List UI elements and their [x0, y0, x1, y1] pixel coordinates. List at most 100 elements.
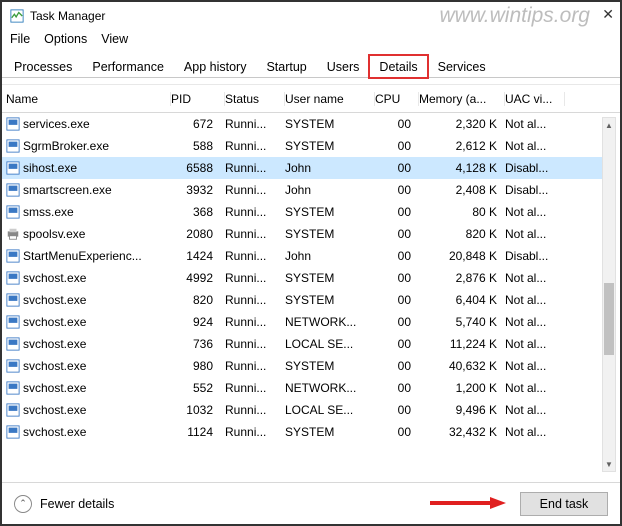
vertical-scrollbar[interactable]: ▲ ▼: [602, 117, 616, 472]
process-cpu: 00: [375, 315, 419, 329]
tab-services[interactable]: Services: [428, 55, 496, 77]
process-cpu: 00: [375, 425, 419, 439]
col-cpu[interactable]: CPU: [375, 92, 419, 106]
process-name: svchost.exe: [23, 381, 86, 395]
tab-strip: ProcessesPerformanceApp historyStartupUs…: [2, 52, 620, 78]
process-user: SYSTEM: [285, 205, 375, 219]
process-icon: [6, 403, 20, 417]
table-row[interactable]: svchost.exe736Runni...LOCAL SE...0011,22…: [2, 333, 602, 355]
process-user: SYSTEM: [285, 227, 375, 241]
table-row[interactable]: StartMenuExperienc...1424Runni...John002…: [2, 245, 602, 267]
process-pid: 736: [171, 337, 225, 351]
table-row[interactable]: SgrmBroker.exe588Runni...SYSTEM002,612 K…: [2, 135, 602, 157]
close-icon[interactable]: ✕: [602, 6, 614, 23]
process-cpu: 00: [375, 227, 419, 241]
table-row[interactable]: sihost.exe6588Runni...John004,128 KDisab…: [2, 157, 602, 179]
tab-processes[interactable]: Processes: [4, 55, 82, 77]
table-row[interactable]: services.exe672Runni...SYSTEM002,320 KNo…: [2, 113, 602, 135]
process-user: John: [285, 249, 375, 263]
app-icon: [10, 9, 24, 23]
process-memory: 820 K: [419, 227, 505, 241]
process-uac: Not al...: [505, 403, 565, 417]
process-status: Runni...: [225, 183, 285, 197]
table-row[interactable]: svchost.exe4992Runni...SYSTEM002,876 KNo…: [2, 267, 602, 289]
process-name: StartMenuExperienc...: [23, 249, 142, 263]
table-row[interactable]: svchost.exe924Runni...NETWORK...005,740 …: [2, 311, 602, 333]
process-user: SYSTEM: [285, 359, 375, 373]
tab-users[interactable]: Users: [317, 55, 370, 77]
table-row[interactable]: svchost.exe552Runni...NETWORK...001,200 …: [2, 377, 602, 399]
process-uac: Not al...: [505, 271, 565, 285]
process-grid: Name PID Status User name CPU Memory (a.…: [2, 84, 620, 443]
scroll-up-icon[interactable]: ▲: [603, 118, 615, 132]
process-pid: 3932: [171, 183, 225, 197]
col-pid[interactable]: PID: [171, 92, 225, 106]
process-icon: [6, 271, 20, 285]
scroll-thumb[interactable]: [604, 283, 614, 355]
process-memory: 11,224 K: [419, 337, 505, 351]
menu-view[interactable]: View: [101, 32, 128, 46]
table-row[interactable]: svchost.exe980Runni...SYSTEM0040,632 KNo…: [2, 355, 602, 377]
tab-performance[interactable]: Performance: [82, 55, 174, 77]
table-row[interactable]: smss.exe368Runni...SYSTEM0080 KNot al...: [2, 201, 602, 223]
process-cpu: 00: [375, 139, 419, 153]
process-status: Runni...: [225, 381, 285, 395]
menu-options[interactable]: Options: [44, 32, 87, 46]
end-task-button[interactable]: End task: [520, 492, 608, 516]
process-pid: 1032: [171, 403, 225, 417]
process-name: services.exe: [23, 117, 90, 131]
process-status: Runni...: [225, 403, 285, 417]
column-headers: Name PID Status User name CPU Memory (a.…: [2, 85, 620, 113]
table-row[interactable]: svchost.exe1124Runni...SYSTEM0032,432 KN…: [2, 421, 602, 443]
process-status: Runni...: [225, 139, 285, 153]
process-name: smartscreen.exe: [23, 183, 112, 197]
fewer-details-toggle[interactable]: ⌃ Fewer details: [14, 495, 114, 513]
process-icon: [6, 183, 20, 197]
col-uac[interactable]: UAC vi...: [505, 92, 565, 106]
process-icon: [6, 249, 20, 263]
process-cpu: 00: [375, 183, 419, 197]
process-name: svchost.exe: [23, 425, 86, 439]
process-name: svchost.exe: [23, 271, 86, 285]
process-cpu: 00: [375, 249, 419, 263]
col-status[interactable]: Status: [225, 92, 285, 106]
tab-startup[interactable]: Startup: [256, 55, 316, 77]
process-memory: 2,408 K: [419, 183, 505, 197]
process-status: Runni...: [225, 161, 285, 175]
menu-file[interactable]: File: [10, 32, 30, 46]
process-status: Runni...: [225, 249, 285, 263]
process-pid: 1424: [171, 249, 225, 263]
process-icon: [6, 227, 20, 241]
process-uac: Not al...: [505, 381, 565, 395]
process-uac: Disabl...: [505, 161, 565, 175]
table-row[interactable]: smartscreen.exe3932Runni...John002,408 K…: [2, 179, 602, 201]
process-pid: 588: [171, 139, 225, 153]
process-memory: 2,320 K: [419, 117, 505, 131]
tab-details[interactable]: Details: [369, 55, 427, 78]
col-user[interactable]: User name: [285, 92, 375, 106]
grid-body: services.exe672Runni...SYSTEM002,320 KNo…: [2, 113, 620, 443]
table-row[interactable]: svchost.exe1032Runni...LOCAL SE...009,49…: [2, 399, 602, 421]
process-user: SYSTEM: [285, 425, 375, 439]
col-mem[interactable]: Memory (a...: [419, 92, 505, 106]
process-icon: [6, 205, 20, 219]
tab-app-history[interactable]: App history: [174, 55, 257, 77]
process-pid: 820: [171, 293, 225, 307]
process-pid: 1124: [171, 425, 225, 439]
process-cpu: 00: [375, 381, 419, 395]
process-status: Runni...: [225, 205, 285, 219]
process-name: SgrmBroker.exe: [23, 139, 109, 153]
process-status: Runni...: [225, 425, 285, 439]
fewer-details-label: Fewer details: [40, 497, 114, 511]
process-name: spoolsv.exe: [23, 227, 85, 241]
col-name[interactable]: Name: [6, 92, 171, 106]
process-user: NETWORK...: [285, 381, 375, 395]
scroll-down-icon[interactable]: ▼: [603, 457, 615, 471]
process-memory: 32,432 K: [419, 425, 505, 439]
process-status: Runni...: [225, 359, 285, 373]
process-cpu: 00: [375, 161, 419, 175]
table-row[interactable]: spoolsv.exe2080Runni...SYSTEM00820 KNot …: [2, 223, 602, 245]
process-user: NETWORK...: [285, 315, 375, 329]
process-name: svchost.exe: [23, 293, 86, 307]
table-row[interactable]: svchost.exe820Runni...SYSTEM006,404 KNot…: [2, 289, 602, 311]
